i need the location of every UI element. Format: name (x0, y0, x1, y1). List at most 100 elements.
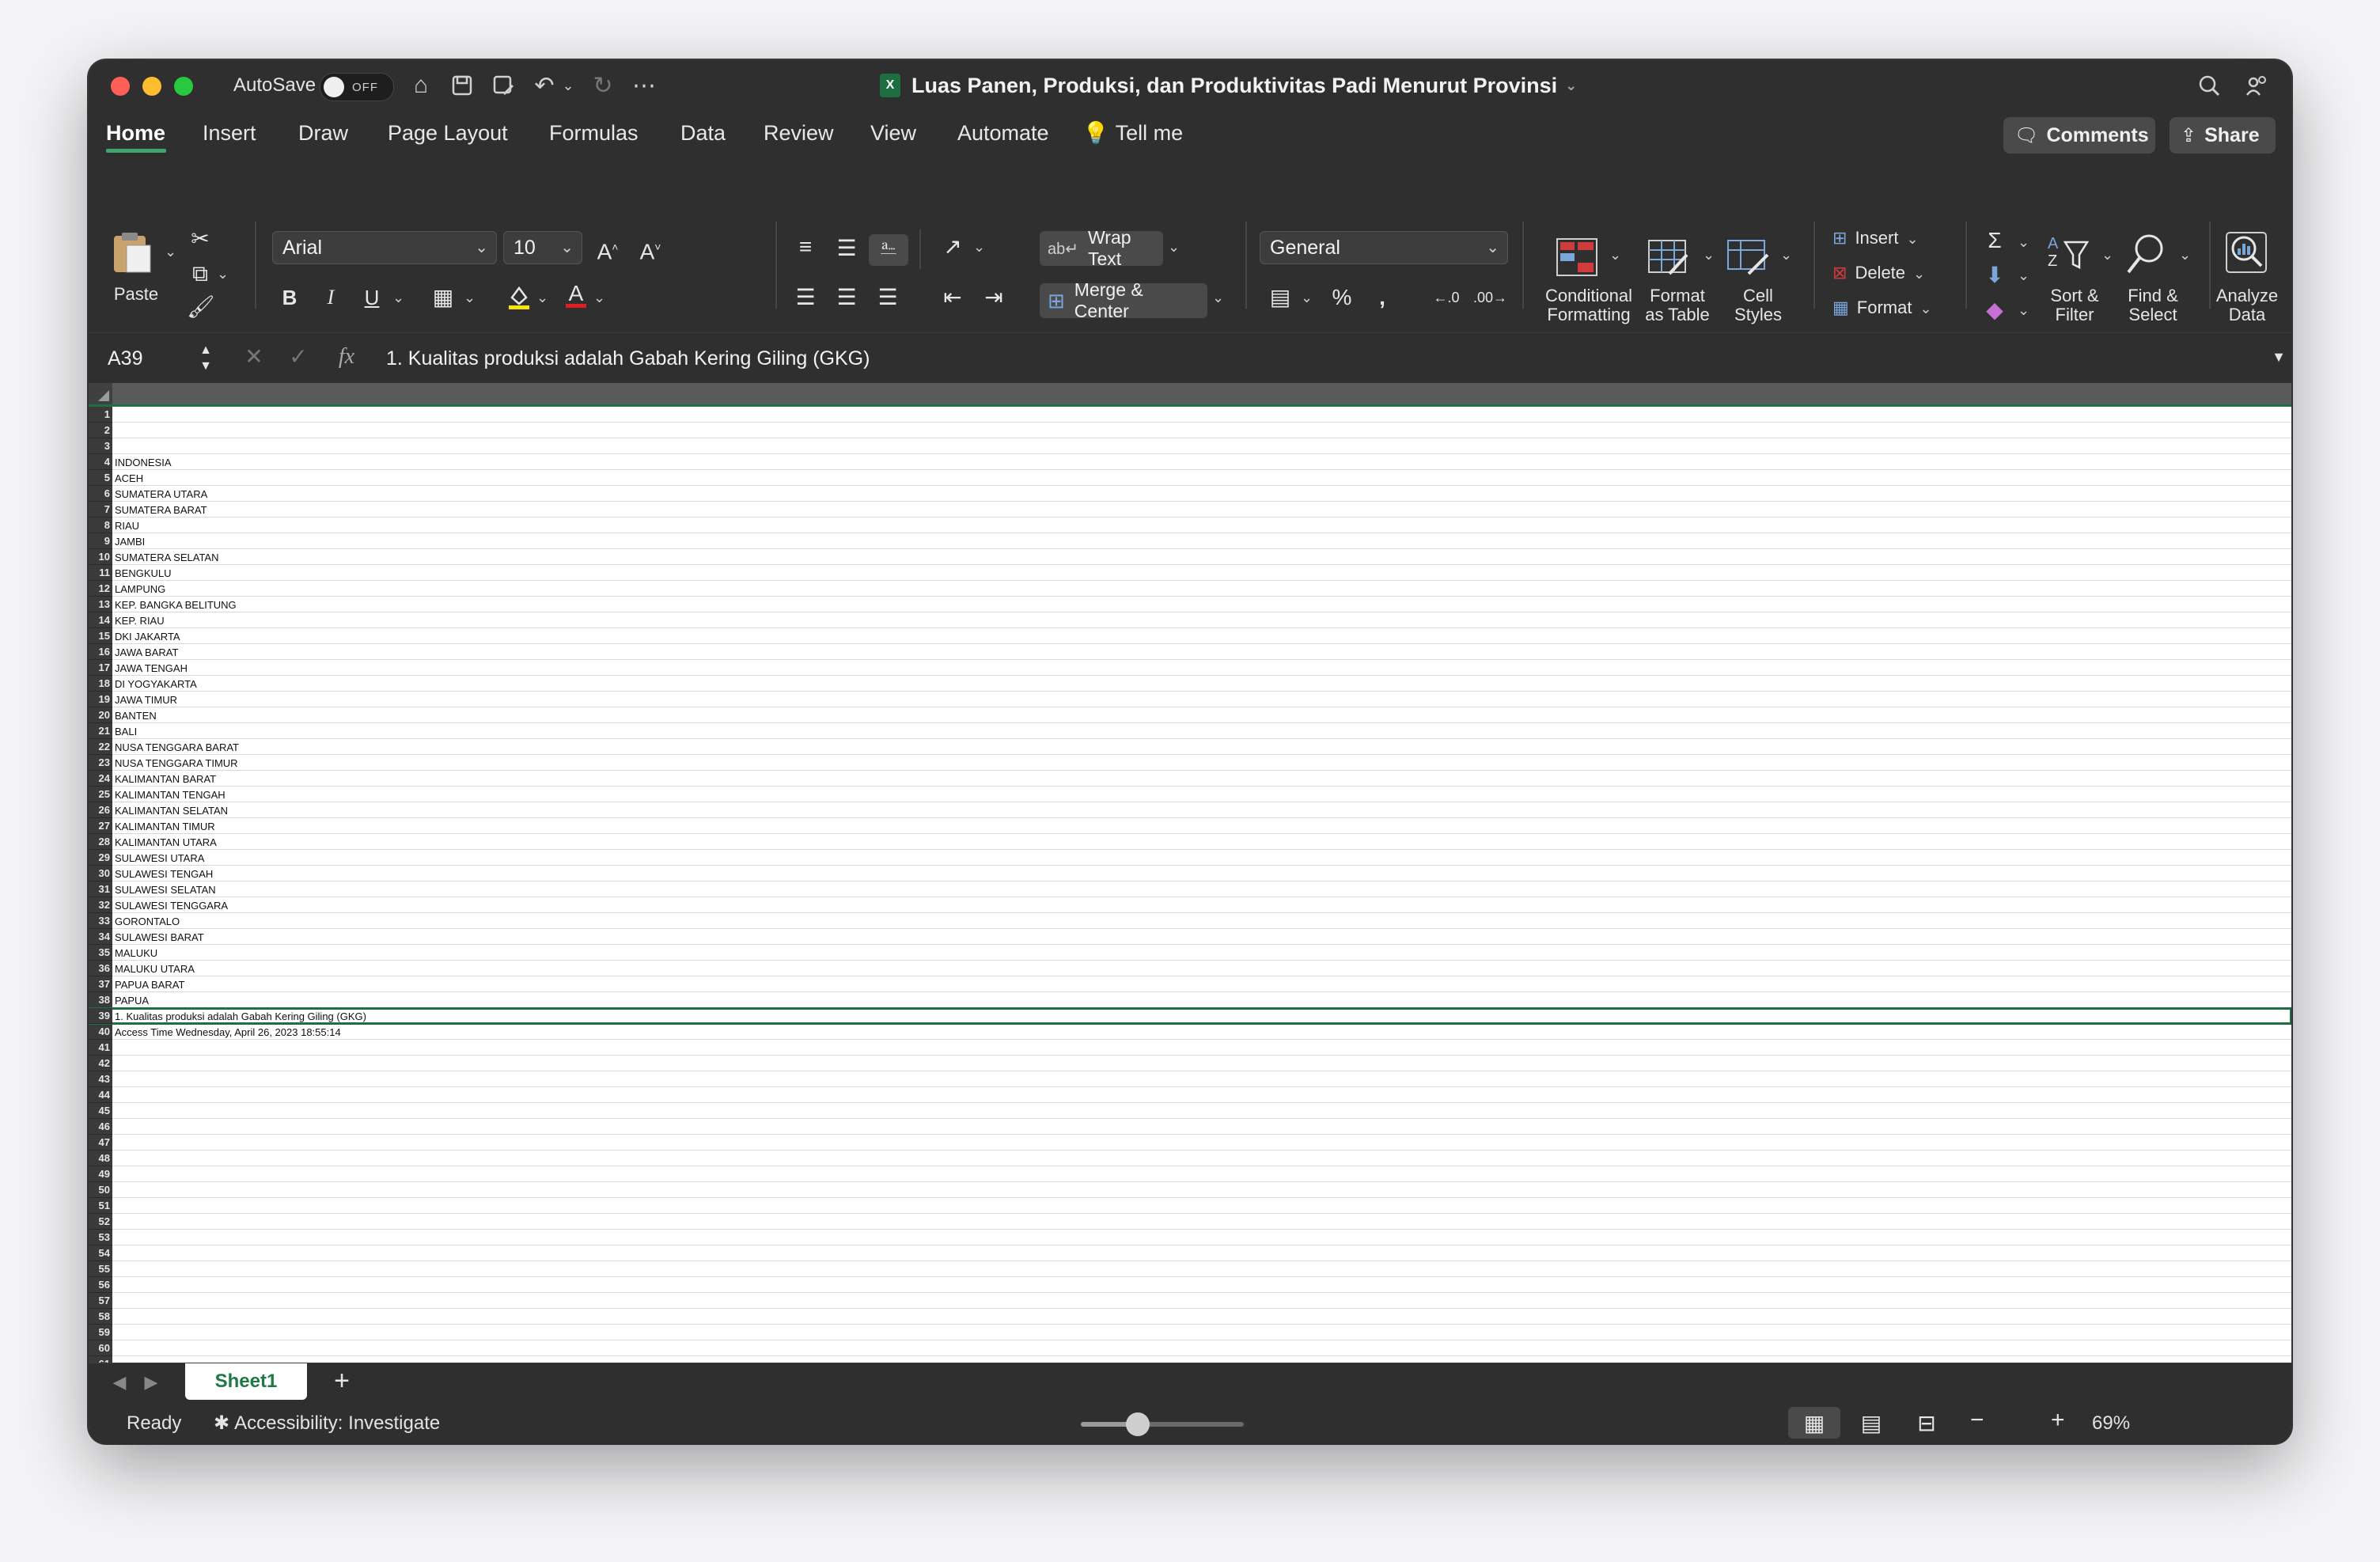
title-chevron-icon[interactable]: ⌄ (1565, 78, 1577, 94)
table-row[interactable]: 26 KALIMANTAN SELATAN (89, 802, 2291, 818)
row-number[interactable]: 46 (89, 1119, 112, 1135)
row-number[interactable]: 50 (89, 1182, 112, 1198)
zoom-slider[interactable] (1081, 1412, 1244, 1436)
paste-icon[interactable] (109, 229, 155, 275)
fill-color-icon[interactable] (505, 283, 533, 316)
tab-review[interactable]: Review (764, 119, 834, 147)
home-icon[interactable]: ⌂ (405, 71, 437, 100)
share-button[interactable]: ⇪ Share (2170, 117, 2276, 154)
cell-a[interactable]: JAWA TIMUR (115, 692, 177, 707)
align-right-icon[interactable]: ☰ (872, 285, 904, 310)
insert-function-icon[interactable]: fx (331, 344, 362, 370)
row-number[interactable]: 9 (89, 533, 112, 549)
table-row[interactable]: 14 KEP. RIAU (89, 612, 2291, 628)
cell-a[interactable]: JAWA TENGAH (115, 660, 188, 676)
table-row[interactable]: 15 DKI JAKARTA (89, 628, 2291, 644)
table-row[interactable]: 60 (89, 1340, 2291, 1356)
table-row[interactable]: 6 SUMATERA UTARA (89, 486, 2291, 502)
table-row[interactable]: 32 SULAWESI TENGGARA (89, 897, 2291, 913)
name-box-stepper-icon[interactable]: ▲ ▼ (198, 343, 214, 374)
decrease-indent-icon[interactable]: ⇤ (937, 285, 968, 310)
cell-a[interactable]: BANTEN (115, 707, 157, 723)
cell-a[interactable]: SULAWESI BARAT (115, 929, 204, 945)
format-cells-button[interactable]: ▦ Format ⌄ (1832, 298, 1932, 318)
table-row[interactable]: 42 (89, 1056, 2291, 1071)
cell-a[interactable]: KALIMANTAN TIMUR (115, 818, 215, 834)
cell-a[interactable]: SULAWESI UTARA (115, 850, 204, 866)
fill-icon[interactable]: ⬇ (1981, 263, 2008, 288)
tab-automate[interactable]: Automate (957, 119, 1049, 147)
table-row[interactable]: 21 BALI (89, 723, 2291, 739)
row-number[interactable]: 39 (89, 1008, 112, 1024)
table-row[interactable]: 8 RIAU (89, 518, 2291, 533)
increase-font-icon[interactable]: A˄ (592, 234, 623, 264)
cell-a[interactable]: MALUKU UTARA (115, 961, 195, 976)
increase-decimal-icon[interactable]: ←.0 (1431, 285, 1462, 310)
table-row[interactable]: 59 (89, 1325, 2291, 1340)
table-row[interactable]: 22 NUSA TENGGARA BARAT (89, 739, 2291, 755)
search-icon[interactable] (2193, 71, 2225, 100)
row-number[interactable]: 41 (89, 1040, 112, 1056)
cell-a[interactable]: GORONTALO (115, 913, 180, 929)
align-left-icon[interactable]: ☰ (790, 285, 821, 310)
tab-data[interactable]: Data (680, 119, 726, 147)
autosum-dropdown-icon[interactable]: ⌄ (2018, 234, 2029, 251)
table-row[interactable]: 3 (89, 438, 2291, 454)
cell-a[interactable]: RIAU (115, 518, 139, 533)
conditional-formatting-icon[interactable] (1554, 234, 1600, 280)
decrease-decimal-icon[interactable]: .00→ (1473, 285, 1507, 310)
underline-dropdown-icon[interactable]: ⌄ (392, 290, 404, 306)
font-color-icon[interactable]: A (562, 280, 590, 316)
table-row[interactable]: 11 BENGKULU (89, 565, 2291, 581)
row-number[interactable]: 12 (89, 581, 112, 597)
row-number[interactable]: 31 (89, 881, 112, 897)
row-number[interactable]: 13 (89, 597, 112, 612)
cell-a[interactable]: SULAWESI TENGGARA (115, 897, 228, 913)
previous-sheet-icon[interactable]: ◀ (108, 1370, 131, 1395)
row-number[interactable]: 38 (89, 992, 112, 1008)
table-row[interactable]: 13 KEP. BANGKA BELITUNG (89, 597, 2291, 612)
table-row[interactable]: 27 KALIMANTAN TIMUR (89, 818, 2291, 834)
number-format-select[interactable]: General ⌄ (1260, 231, 1508, 264)
row-number[interactable]: 3 (89, 438, 112, 454)
table-row[interactable]: 43 (89, 1071, 2291, 1087)
comma-style-icon[interactable]: , (1370, 285, 1394, 310)
tab-view[interactable]: View (870, 119, 916, 147)
row-number[interactable]: 51 (89, 1198, 112, 1214)
row-number[interactable]: 28 (89, 834, 112, 850)
cell-a[interactable]: INDONESIA (115, 454, 172, 470)
row-number[interactable]: 26 (89, 802, 112, 818)
autosum-icon[interactable]: Σ (1981, 228, 2008, 253)
cell-a[interactable]: ACEH (115, 470, 143, 486)
row-number[interactable]: 48 (89, 1151, 112, 1166)
row-number[interactable]: 19 (89, 692, 112, 707)
orientation-dropdown-icon[interactable]: ⌄ (973, 239, 985, 256)
row-number[interactable]: 1 (89, 407, 112, 423)
cell-a[interactable]: KALIMANTAN TENGAH (115, 787, 225, 802)
wrap-text-dropdown-icon[interactable]: ⌄ (1168, 239, 1180, 256)
cell-a[interactable]: SULAWESI SELATAN (115, 881, 216, 897)
orientation-icon[interactable]: ↗ (937, 234, 968, 260)
conditional-formatting-dropdown-icon[interactable]: ⌄ (1609, 247, 1621, 263)
delete-cells-button[interactable]: ⊠ Delete ⌄ (1832, 263, 1925, 283)
table-row[interactable]: 53 (89, 1230, 2291, 1245)
italic-button[interactable]: I (316, 285, 345, 310)
borders-dropdown-icon[interactable]: ⌄ (464, 290, 476, 306)
row-number[interactable]: 42 (89, 1056, 112, 1071)
row-number[interactable]: 15 (89, 628, 112, 644)
formula-input[interactable]: 1. Kualitas produksi adalah Gabah Kering… (386, 341, 870, 376)
undo-dropdown-icon[interactable]: ⌄ (560, 71, 576, 100)
align-bottom-icon[interactable]: ⎁ (869, 234, 908, 266)
table-row[interactable]: 40 Access Time Wednesday, April 26, 2023 … (89, 1024, 2291, 1040)
tell-me-search[interactable]: 💡 Tell me (1082, 119, 1183, 147)
row-number[interactable]: 18 (89, 676, 112, 692)
decrease-font-icon[interactable]: A˅ (635, 234, 666, 264)
row-number[interactable]: 59 (89, 1325, 112, 1340)
cell-a[interactable]: KALIMANTAN BARAT (115, 771, 216, 787)
table-row[interactable]: 18 DI YOGYAKARTA (89, 676, 2291, 692)
table-row[interactable]: 39 1. Kualitas produksi adalah Gabah Keri… (89, 1007, 2291, 1025)
cell-a[interactable]: PAPUA (115, 992, 149, 1008)
table-row[interactable]: 55 (89, 1261, 2291, 1277)
merge-center-button[interactable]: ⊞ Merge & Center (1040, 279, 1207, 321)
row-number[interactable]: 5 (89, 470, 112, 486)
